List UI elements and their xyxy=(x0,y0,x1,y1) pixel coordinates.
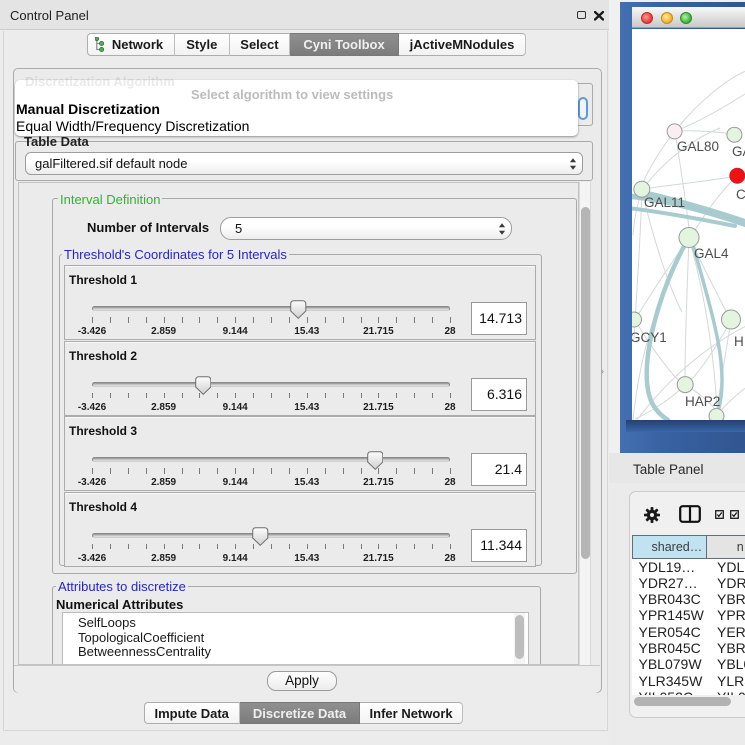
svg-text:GAL4: GAL4 xyxy=(694,246,729,261)
svg-text:GAL80: GAL80 xyxy=(677,139,719,154)
svg-text:GA: GA xyxy=(732,144,745,159)
svg-text:C: C xyxy=(736,187,745,202)
svg-text:HI: HI xyxy=(734,334,745,349)
svg-text:HAP2: HAP2 xyxy=(685,394,720,409)
svg-text:GCY1: GCY1 xyxy=(632,330,667,345)
svg-text:GAL11: GAL11 xyxy=(644,195,685,210)
